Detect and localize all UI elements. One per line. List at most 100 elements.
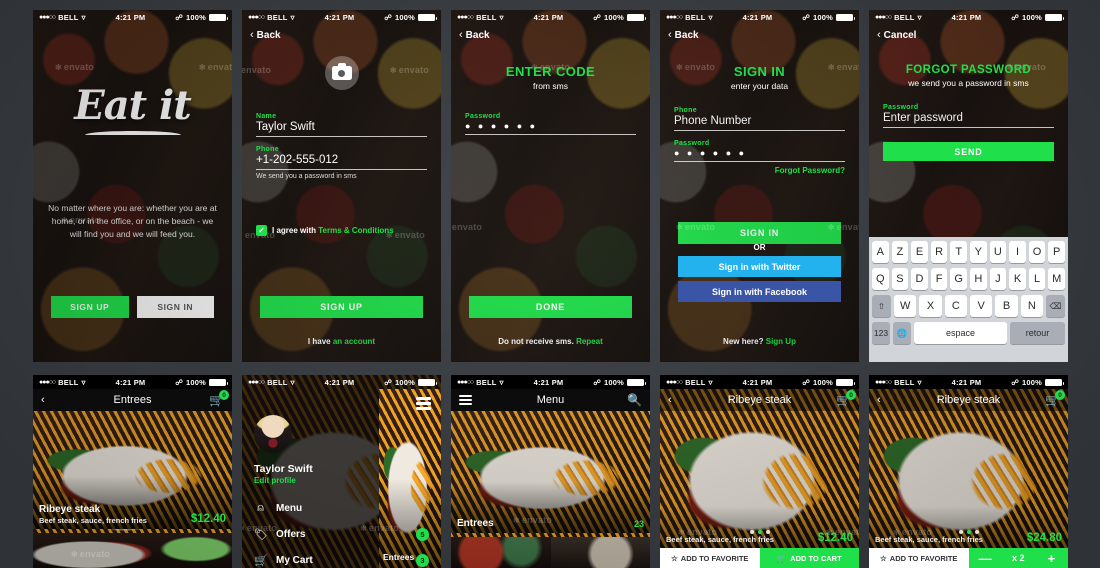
chevron-left-icon[interactable]: ‹ bbox=[41, 394, 45, 406]
name-field[interactable]: Name Taylor Swift bbox=[256, 113, 427, 137]
terms-agreement-row[interactable]: ✓ I agree with Terms & Conditions bbox=[256, 225, 427, 236]
key-n[interactable]: N bbox=[1020, 295, 1044, 317]
category-card-next-right[interactable] bbox=[550, 537, 650, 568]
key-l[interactable]: L bbox=[1028, 268, 1046, 290]
key-r[interactable]: R bbox=[930, 241, 948, 263]
key-t[interactable]: T bbox=[950, 241, 967, 263]
cart-icon[interactable]: 🛒 0 bbox=[836, 390, 856, 407]
drawer-item-offers[interactable]: 🏷 Offers 5 bbox=[242, 521, 441, 547]
add-to-cart-button[interactable]: 🛒 ADD TO CART bbox=[759, 548, 859, 568]
virtual-keyboard[interactable]: A Z E R T Y U I O P Q S D F G H J K L M … bbox=[869, 237, 1068, 362]
key-b[interactable]: B bbox=[995, 295, 1018, 317]
twitter-sign-in-button[interactable]: Sign in with Twitter bbox=[678, 256, 841, 277]
signal-dots-icon: ●●●○○ bbox=[666, 13, 683, 21]
clock-label: 4:21 PM bbox=[533, 377, 564, 387]
screens-row-bottom: ●●●○○ BELL ▿ 4:21 PM ☍ 100% ‹ Entrees 🛒 0 bbox=[33, 375, 1068, 568]
hamburger-icon[interactable] bbox=[416, 397, 431, 412]
food-meta: Ribeye steak Beef steak, sauce, french f… bbox=[39, 504, 226, 526]
password-field[interactable]: Password ● ● ● ● ● ● bbox=[465, 113, 636, 135]
backspace-icon[interactable]: ⌫ bbox=[1046, 295, 1066, 317]
cart-badge: 0 bbox=[219, 390, 229, 400]
add-to-favorite-button[interactable]: ☆ ADD TO FAVORITE bbox=[869, 548, 969, 568]
phone-label: Phone bbox=[674, 107, 697, 114]
key-d[interactable]: D bbox=[911, 268, 928, 290]
drawer-item-menu[interactable]: ⍝ Menu bbox=[242, 495, 441, 521]
check-icon[interactable]: ✓ bbox=[256, 225, 267, 236]
back-button[interactable]: ‹ Back bbox=[459, 29, 490, 41]
send-button[interactable]: SEND bbox=[883, 142, 1054, 161]
chevron-left-icon[interactable]: ‹ bbox=[668, 394, 672, 406]
hamburger-icon[interactable] bbox=[459, 395, 472, 405]
password-input[interactable]: ● ● ● ● ● ● bbox=[465, 120, 636, 135]
cart-icon[interactable]: 🛒 0 bbox=[1045, 390, 1065, 407]
back-label: Back bbox=[256, 29, 281, 41]
chevron-left-icon[interactable]: ‹ bbox=[877, 394, 881, 406]
key-v[interactable]: V bbox=[970, 295, 993, 317]
quantity-stepper[interactable]: — x 2 + bbox=[968, 548, 1068, 568]
avatar[interactable] bbox=[254, 415, 292, 453]
key-x[interactable]: X bbox=[919, 295, 942, 317]
key-y[interactable]: Y bbox=[970, 241, 987, 263]
back-button[interactable]: ‹ Back bbox=[250, 29, 281, 41]
key-m[interactable]: M bbox=[1048, 268, 1065, 290]
sign-up-button[interactable]: SIGN UP bbox=[51, 296, 129, 318]
terms-link[interactable]: Terms & Conditions bbox=[318, 226, 393, 235]
phone-input[interactable]: Phone Number bbox=[674, 114, 845, 131]
key-a[interactable]: A bbox=[872, 241, 889, 263]
key-s[interactable]: S bbox=[891, 268, 909, 290]
password-input[interactable]: Enter password bbox=[883, 111, 1054, 128]
key-c[interactable]: C bbox=[944, 295, 967, 317]
key-p[interactable]: P bbox=[1048, 241, 1065, 263]
facebook-sign-in-button[interactable]: Sign in with Facebook bbox=[678, 281, 841, 302]
category-card-next-left[interactable] bbox=[451, 537, 551, 568]
key-i[interactable]: I bbox=[1009, 241, 1026, 263]
cancel-button[interactable]: ‹ Cancel bbox=[877, 29, 916, 41]
forgot-password-link[interactable]: Forgot Password? bbox=[674, 166, 845, 175]
key-u[interactable]: U bbox=[989, 241, 1007, 263]
phone-input[interactable]: +1-202-555-012 bbox=[256, 153, 427, 170]
back-button[interactable]: ‹ Back bbox=[668, 29, 699, 41]
signal-dots-icon: ●●●○○ bbox=[457, 13, 474, 21]
wifi-icon: ▿ bbox=[290, 377, 295, 387]
food-card[interactable]: Ribeye steak Beef steak, sauce, french f… bbox=[33, 411, 232, 529]
key-f[interactable]: F bbox=[930, 268, 948, 290]
key-e[interactable]: E bbox=[911, 241, 928, 263]
drawer-item-my-cart[interactable]: 🛒 My Cart 3 bbox=[242, 547, 441, 568]
key-q[interactable]: Q bbox=[872, 268, 889, 290]
cart-icon[interactable]: 🛒 0 bbox=[209, 390, 229, 407]
key-g[interactable]: G bbox=[950, 268, 967, 290]
numeric-key[interactable]: 123 bbox=[872, 322, 890, 344]
status-bar: ●●●○○ BELL ▿ 4:21 PM ☍ 100% bbox=[660, 375, 859, 389]
edit-profile-link[interactable]: Edit profile bbox=[254, 476, 296, 485]
key-j[interactable]: J bbox=[989, 268, 1007, 290]
globe-icon[interactable]: 🌐 bbox=[892, 322, 911, 344]
shift-icon[interactable]: ⇧ bbox=[871, 295, 891, 317]
decrease-quantity-button[interactable]: — bbox=[969, 552, 1002, 565]
increase-quantity-button[interactable]: + bbox=[1035, 552, 1068, 565]
return-key[interactable]: retour bbox=[1010, 322, 1066, 344]
category-card-entrees[interactable]: Entrees 23 bbox=[451, 411, 650, 533]
phone-field[interactable]: Phone Phone Number bbox=[674, 107, 845, 131]
password-field[interactable]: Password Enter password bbox=[883, 104, 1054, 128]
password-field[interactable]: Password ● ● ● ● ● ● bbox=[674, 140, 845, 162]
battery-icon bbox=[418, 13, 437, 21]
key-z[interactable]: Z bbox=[891, 241, 909, 263]
name-input[interactable]: Taylor Swift bbox=[256, 120, 427, 137]
cart-icon: 🛒 bbox=[776, 553, 787, 563]
key-o[interactable]: O bbox=[1028, 241, 1046, 263]
sign-in-button[interactable]: SIGN IN bbox=[136, 296, 214, 318]
page-subtitle: we send you a password in sms bbox=[908, 78, 1029, 88]
phone-field[interactable]: Phone +1-202-555-012 We send you a passw… bbox=[256, 146, 427, 180]
space-key[interactable]: espace bbox=[913, 322, 1008, 344]
carrier-label: BELL bbox=[58, 377, 79, 387]
next-food-card[interactable] bbox=[33, 533, 232, 568]
add-to-favorite-button[interactable]: ☆ ADD TO FAVORITE bbox=[660, 548, 760, 568]
key-w[interactable]: W bbox=[893, 295, 917, 317]
key-k[interactable]: K bbox=[1009, 268, 1026, 290]
back-label: Back bbox=[465, 29, 490, 41]
key-h[interactable]: H bbox=[970, 268, 987, 290]
screen-welcome: ●●●○○ BELL ▿ 4:21 PM ☍ 100% envato envat… bbox=[33, 10, 232, 362]
wifi-icon: ▿ bbox=[499, 377, 504, 387]
password-input[interactable]: ● ● ● ● ● ● bbox=[674, 147, 845, 162]
search-icon[interactable]: 🔍 bbox=[627, 393, 642, 407]
